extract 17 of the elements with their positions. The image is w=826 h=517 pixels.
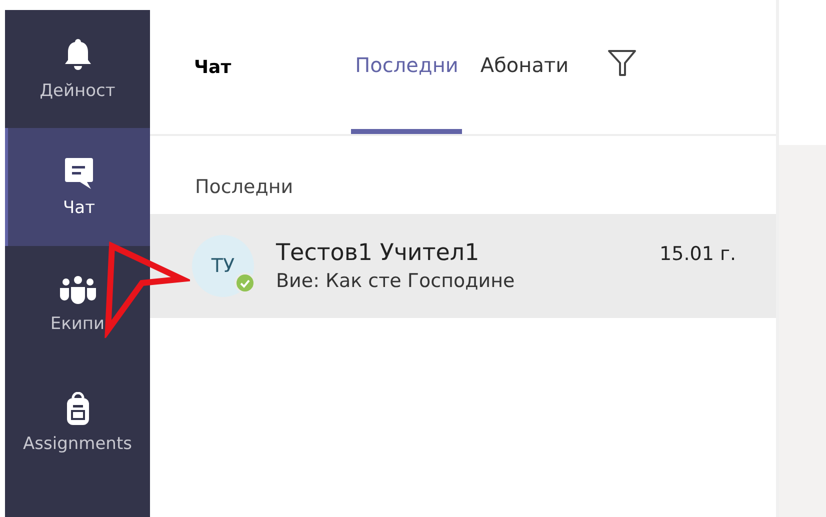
bell-icon: [62, 37, 92, 73]
app-bar-item[interactable]: Дейност: [5, 10, 150, 128]
timestamp: 15.01 г.: [660, 243, 736, 265]
chat-title: Чат: [194, 56, 232, 78]
message-preview: Вие: Как сте Господине: [276, 270, 516, 292]
app-bar-item[interactable]: Assignments: [5, 364, 150, 482]
tab[interactable]: Последни: [351, 0, 462, 134]
app-bar-item[interactable]: Чат: [5, 128, 150, 246]
app-bar-item[interactable]: Екипи: [5, 246, 150, 364]
section-label: Последни: [194, 175, 294, 200]
filter-icon[interactable]: [606, 48, 637, 78]
avatar: ТУ: [192, 235, 254, 297]
chat-icon: [63, 156, 95, 190]
contact-name: Тестов1 Учител1: [276, 240, 480, 266]
tab[interactable]: Абонати: [476, 0, 573, 134]
chat-list-item[interactable]: ТУ Тестов1 Учител1 15.01 г. Вие: Как сте Господине: [150, 214, 776, 318]
people-icon: [58, 276, 98, 306]
